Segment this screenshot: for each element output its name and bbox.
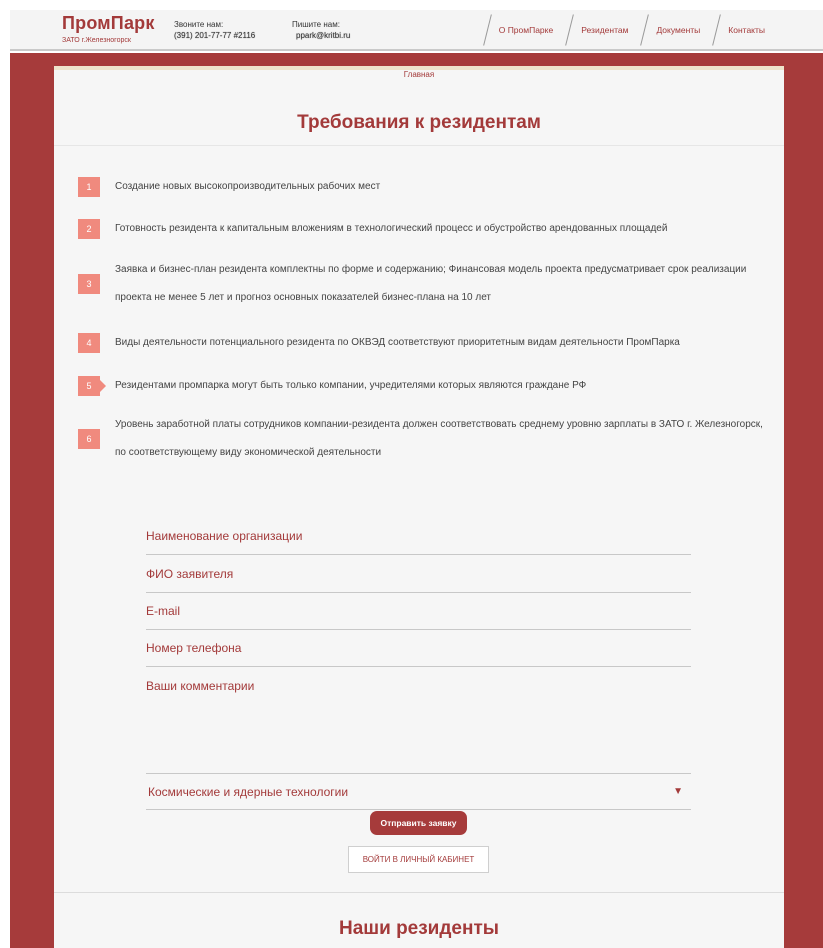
main-content: Главная Требования к резидентам 1 Создан… bbox=[54, 66, 784, 948]
requirement-text: Заявка и бизнес-план резидента комплектн… bbox=[115, 264, 747, 303]
requirement-item: 1 Создание новых высокопроизводительных … bbox=[78, 173, 768, 201]
requirement-number: 3 bbox=[78, 274, 100, 294]
nav-item-documents[interactable]: Документы bbox=[638, 10, 710, 49]
requirement-number: 4 bbox=[78, 333, 100, 353]
applicant-name-input[interactable]: ФИО заявителя bbox=[146, 556, 691, 593]
phone-value: (391) 201-77-77 #2116 bbox=[174, 31, 256, 40]
nav-item-about[interactable]: О ПромПарке bbox=[481, 10, 564, 49]
email-input[interactable]: E-mail bbox=[146, 593, 691, 630]
requirement-text: Уровень заработной платы сотрудников ком… bbox=[115, 419, 763, 458]
requirement-item: 2 Готовность резидента к капитальным вло… bbox=[78, 215, 768, 243]
site-header: ПромПарк ЗАТО г.Железногорск Звоните нам… bbox=[10, 10, 823, 51]
breadcrumb[interactable]: Главная bbox=[54, 70, 784, 79]
section-divider bbox=[54, 892, 784, 893]
requirement-item: 3 Заявка и бизнес-план резидента комплек… bbox=[78, 256, 768, 312]
residents-title: Наши резиденты bbox=[338, 918, 499, 939]
email-value[interactable]: ppark@kritbi.ru bbox=[292, 30, 350, 41]
requirement-text: Готовность резидента к капитальным вложе… bbox=[115, 223, 668, 234]
comments-textarea[interactable]: Ваши комментарии bbox=[146, 667, 691, 772]
requirement-number: 6 bbox=[78, 429, 100, 449]
email-label: Пишите нам: bbox=[292, 20, 340, 29]
phone-input[interactable]: Номер телефона bbox=[146, 630, 691, 667]
organization-input[interactable]: Наименование организации bbox=[146, 518, 691, 555]
title-divider bbox=[54, 145, 784, 146]
nav-item-residents[interactable]: Резидентам bbox=[563, 10, 638, 49]
activity-select[interactable]: Космические и ядерные технологии ▼ bbox=[146, 773, 691, 810]
requirement-number: 1 bbox=[78, 177, 100, 197]
personal-cabinet-button[interactable]: ВОЙТИ В ЛИЧНЫЙ КАБИНЕТ bbox=[348, 846, 489, 873]
requirement-text: Резидентами промпарка могут быть только … bbox=[115, 380, 587, 391]
nav-item-contacts[interactable]: Контакты bbox=[710, 10, 823, 49]
requirement-number: 2 bbox=[78, 219, 100, 239]
logo[interactable]: ПромПарк ЗАТО г.Железногорск bbox=[62, 13, 155, 44]
main-nav: О ПромПарке Резидентам Документы Контакт… bbox=[481, 10, 823, 49]
logo-subtitle: ЗАТО г.Железногорск bbox=[62, 37, 131, 44]
page-title: Требования к резидентам bbox=[297, 112, 541, 133]
requirement-number: 5 bbox=[78, 376, 106, 396]
submit-application-button[interactable]: Отправить заявку bbox=[370, 811, 467, 835]
activity-select-value: Космические и ядерные технологии bbox=[148, 784, 349, 799]
phone-label: Звоните нам: bbox=[174, 20, 224, 29]
requirement-item: 4 Виды деятельности потенциального резид… bbox=[78, 329, 768, 357]
phone-block: Звоните нам: (391) 201-77-77 #2116 bbox=[174, 19, 255, 41]
dropdown-arrow-icon[interactable]: ▼ bbox=[673, 786, 683, 797]
requirement-text: Виды деятельности потенциального резиден… bbox=[115, 337, 680, 348]
logo-title[interactable]: ПромПарк bbox=[62, 13, 155, 34]
requirement-item: 5 Резидентами промпарка могут быть тольк… bbox=[78, 372, 768, 400]
requirement-text: Создание новых высокопроизводительных ра… bbox=[115, 181, 381, 192]
email-block: Пишите нам: ppark@kritbi.ru bbox=[292, 19, 350, 41]
requirement-item: 6 Уровень заработной платы сотрудников к… bbox=[78, 411, 768, 467]
